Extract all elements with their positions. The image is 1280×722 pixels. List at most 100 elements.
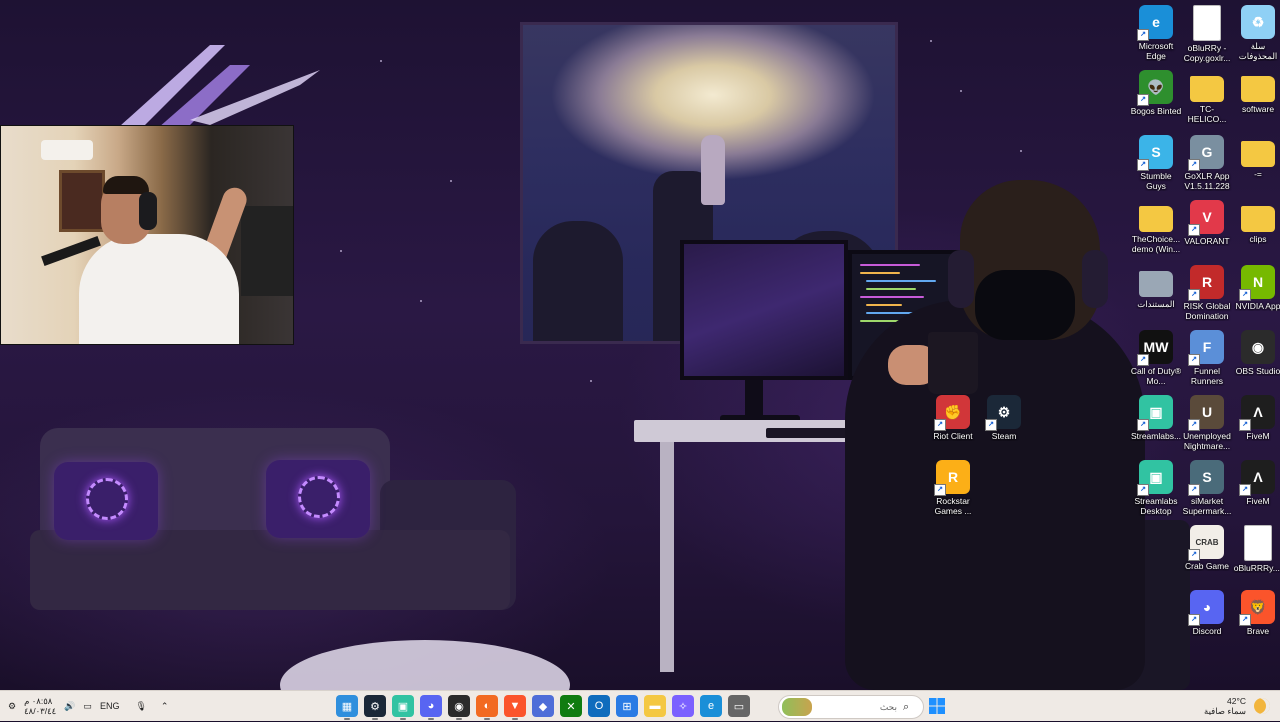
desktop-icon-label: Discord: [1192, 626, 1222, 636]
desktop-icon-documents[interactable]: المستندات: [1130, 265, 1182, 309]
desktop-icon-dash[interactable]: -=: [1232, 135, 1280, 179]
desktop-icon-goxlr-copy[interactable]: oBluRRy - Copy.goxlr...: [1181, 5, 1233, 63]
headphones: [1082, 250, 1108, 308]
folder-icon: [1139, 206, 1173, 232]
language-indicator[interactable]: ENG: [100, 701, 120, 711]
settings-icon[interactable]: ⚙: [8, 701, 16, 712]
desktop-icon-thechoice[interactable]: TheChoice... demo (Win...: [1130, 200, 1182, 254]
riot-client-icon-glyph: ✊: [944, 403, 962, 420]
desktop-icon-streamlabs2[interactable]: ▣ ↗ Streamlabs Desktop: [1130, 460, 1182, 516]
search-icon: ⌕: [903, 700, 910, 713]
shortcut-arrow-icon: ↗: [934, 484, 946, 496]
desktop-icon-valorant[interactable]: V ↗ VALORANT: [1181, 200, 1233, 246]
shortcut-arrow-icon: ↗: [1137, 159, 1149, 171]
headphones: [948, 250, 974, 308]
desktop-icon-obs[interactable]: ◉ OBS Studio: [1232, 330, 1280, 376]
taskbar-copilot-button[interactable]: ✧: [672, 695, 694, 717]
app-icon: ◆: [538, 700, 548, 713]
app-icon: ◐: [483, 700, 491, 712]
shortcut-arrow-icon: ↗: [1188, 224, 1200, 236]
desktop-icon-oblurrry[interactable]: oBluRRRy....: [1232, 525, 1280, 573]
desktop-icon-cod[interactable]: MW ↗ Call of Duty® Mo...: [1130, 330, 1182, 386]
desktop-icon-label: Call of Duty® Mo...: [1130, 366, 1182, 386]
nvidia-icon-glyph: N: [1252, 274, 1264, 290]
desktop-icon-edge[interactable]: e ↗ Microsoft Edge: [1130, 5, 1182, 61]
rockstar-icon: R ↗: [934, 460, 970, 496]
sofa-seat: [30, 530, 510, 610]
taskbar-terminal-button[interactable]: ▭: [728, 695, 750, 717]
weather-temp: 42°C: [1227, 696, 1246, 706]
taskbar-steam-button[interactable]: ⚙: [364, 695, 386, 720]
desktop-icon-unemployed[interactable]: U ↗ Unemployed Nightmare...: [1181, 395, 1233, 451]
desktop-icon-nvidia[interactable]: N ↗ NVIDIA App: [1232, 265, 1280, 311]
taskbar-origin-button[interactable]: ◐: [476, 695, 498, 720]
desktop-icon-discord[interactable]: ◕ ↗ Discord: [1181, 590, 1233, 636]
network-icon[interactable]: ▭: [83, 701, 92, 712]
streamlabs-icon-glyph: ▣: [1149, 403, 1163, 420]
desktop-icon-tchelicon[interactable]: TC-HELICO...: [1181, 70, 1233, 124]
desktop-icon-label: VALORANT: [1184, 236, 1230, 246]
taskbar-edge-button[interactable]: e: [700, 695, 722, 717]
clock-time: ٠٨:٥٨ م: [24, 696, 53, 706]
desktop-icon-goxlr[interactable]: G ↗ GoXLR App V1.5.11.228: [1181, 135, 1233, 191]
desktop-icon-label: clips: [1249, 234, 1267, 244]
desktop-icon-crab[interactable]: CRAB ↗ Crab Game: [1181, 525, 1233, 571]
desktop-icon-label: Stumble Guys: [1140, 171, 1172, 191]
taskbar-brave-button[interactable]: ▼: [504, 695, 526, 720]
taskbar-explorer-button[interactable]: ▬: [644, 695, 666, 717]
desktop-icon-fivem2[interactable]: Λ ↗ FiveM: [1232, 460, 1280, 506]
desktop-icon-brave[interactable]: 🦁 ↗ Brave: [1232, 590, 1280, 636]
clock[interactable]: ٠٨:٥٨ م ٤٨/٠٣/٤٤: [24, 696, 56, 716]
desktop-icon-rockstar[interactable]: R ↗ Rockstar Games ...: [927, 460, 979, 516]
desktop-icon-funnel[interactable]: F ↗ Funnel Runners: [1181, 330, 1233, 386]
desktop-icon-label: oBluRRy - Copy.goxlr...: [1183, 43, 1231, 63]
chevron-up-icon[interactable]: ⌃: [161, 701, 169, 712]
obs-icon: ◉: [454, 700, 464, 713]
desktop-icon-streamlabs1[interactable]: ▣ ↗ Streamlabs...: [1130, 395, 1182, 441]
desktop-icon-software[interactable]: software: [1232, 70, 1280, 114]
desktop-icon-label: Streamlabs...: [1130, 431, 1182, 441]
desktop-icon-label: RISK Global Domination: [1183, 301, 1231, 321]
search-box[interactable]: بحث ⌕: [778, 695, 924, 719]
shortcut-arrow-icon: ↗: [1239, 614, 1251, 626]
taskbar-store-button[interactable]: ⊞: [616, 695, 638, 717]
fivem-icon-glyph: Λ: [1253, 469, 1263, 485]
microphone-icon[interactable]: 🎙: [135, 701, 146, 712]
shortcut-arrow-icon: ↗: [985, 419, 997, 431]
shortcut-arrow-icon: ↗: [1188, 159, 1200, 171]
star: [1020, 150, 1022, 152]
taskbar-xbox-button[interactable]: ✕: [560, 695, 582, 717]
edge-icon: e: [707, 700, 715, 712]
risk-icon: R ↗: [1188, 265, 1224, 301]
taskbar-photos-button[interactable]: ▦: [336, 695, 358, 720]
search-highlight-thumbnail: [782, 698, 812, 716]
desktop-icon-fivem1[interactable]: Λ ↗ FiveM: [1232, 395, 1280, 441]
desktop-icon-label: GoXLR App V1.5.11.228: [1184, 171, 1230, 191]
desktop-icon-bogos[interactable]: 👽 ↗ Bogos Binted: [1130, 70, 1182, 116]
photos-icon: ▦: [341, 700, 353, 713]
desktop-icon-label: سلة المحذوفات: [1238, 41, 1278, 61]
rug: [280, 640, 570, 690]
windows-logo-icon: [929, 698, 945, 714]
file-explorer-icon: ▬: [649, 700, 661, 712]
desktop-icon-riot[interactable]: ✊ ↗ Riot Client: [927, 395, 979, 441]
microsoft-store-icon: ⊞: [622, 700, 632, 713]
taskbar-outlook-button[interactable]: O: [588, 695, 610, 717]
desktop-icon-steam[interactable]: ⚙ ↗ Steam: [978, 395, 1030, 441]
funnel-runners-icon: F ↗: [1188, 330, 1224, 366]
weather-widget[interactable]: 42°C سماء صافية: [1204, 691, 1270, 721]
outlook-icon: O: [594, 700, 604, 712]
desktop-icon-clips[interactable]: clips: [1232, 200, 1280, 244]
volume-icon[interactable]: 🔊: [64, 701, 75, 712]
start-button[interactable]: [926, 695, 948, 717]
taskbar-vscode-button[interactable]: ◆: [532, 695, 554, 717]
taskbar-obs-button[interactable]: ◉: [448, 695, 470, 720]
desktop-icon-stumble[interactable]: S ↗ Stumble Guys: [1130, 135, 1182, 191]
desktop-icon-risk[interactable]: R ↗ RISK Global Domination: [1181, 265, 1233, 321]
obs-icon: ◉: [1241, 330, 1275, 364]
taskbar-discord-button[interactable]: ◕: [420, 695, 442, 720]
desktop-icon-simarket[interactable]: S ↗ siMarket Supermark...: [1181, 460, 1233, 516]
desktop-icon-recycle[interactable]: ♻ سلة المحذوفات: [1232, 5, 1280, 61]
taskbar-streamlabs-button[interactable]: ▣: [392, 695, 414, 720]
shortcut-arrow-icon: ↗: [1188, 614, 1200, 626]
